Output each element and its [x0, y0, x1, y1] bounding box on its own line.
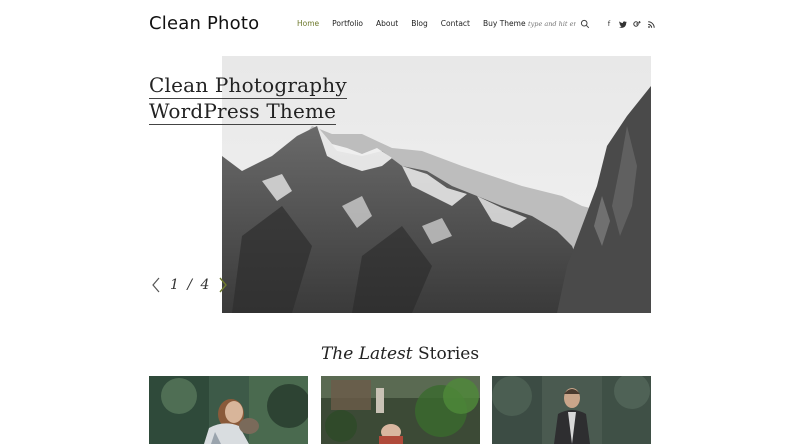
story-thumbnail-3[interactable]: [492, 376, 651, 444]
google-plus-icon[interactable]: [630, 18, 644, 30]
slide-separator: /: [187, 277, 193, 293]
search-icon[interactable]: [580, 19, 590, 29]
nav-portfolio[interactable]: Portfolio: [332, 19, 363, 28]
latest-emphasis: The Latest: [320, 344, 413, 364]
site-logo[interactable]: Clean Photo: [149, 13, 259, 34]
search-box: [528, 18, 590, 30]
story-thumbnail-1[interactable]: [149, 376, 308, 444]
slider-controls: 1 / 4: [150, 276, 229, 294]
latest-rest: Stories: [417, 344, 480, 364]
nav-blog[interactable]: Blog: [411, 19, 428, 28]
hero-title-line2: WordPress Theme: [149, 99, 337, 125]
facebook-icon[interactable]: f: [602, 18, 616, 30]
nav-contact[interactable]: Contact: [441, 19, 470, 28]
main-nav: Home Portfolio About Blog Contact Buy Th…: [297, 19, 539, 28]
twitter-icon[interactable]: [616, 18, 630, 30]
slide-total: 4: [200, 277, 210, 293]
nav-buy-theme[interactable]: Buy Theme: [483, 19, 526, 28]
slide-current: 1: [170, 277, 179, 293]
nav-about[interactable]: About: [376, 19, 398, 28]
search-input[interactable]: [528, 20, 576, 28]
hero-title: Clean Photography WordPress Theme: [149, 73, 347, 125]
story-thumbnail-2[interactable]: [321, 376, 480, 444]
slide-counter: 1 / 4: [170, 277, 209, 293]
prev-arrow-icon[interactable]: [150, 276, 162, 294]
nav-home[interactable]: Home: [297, 19, 319, 28]
social-links: f: [602, 18, 658, 30]
hero-title-line1: Clean Photography: [149, 73, 347, 99]
latest-stories-heading: The Latest Stories: [0, 344, 800, 364]
next-arrow-icon[interactable]: [217, 276, 229, 294]
rss-icon[interactable]: [644, 18, 658, 30]
